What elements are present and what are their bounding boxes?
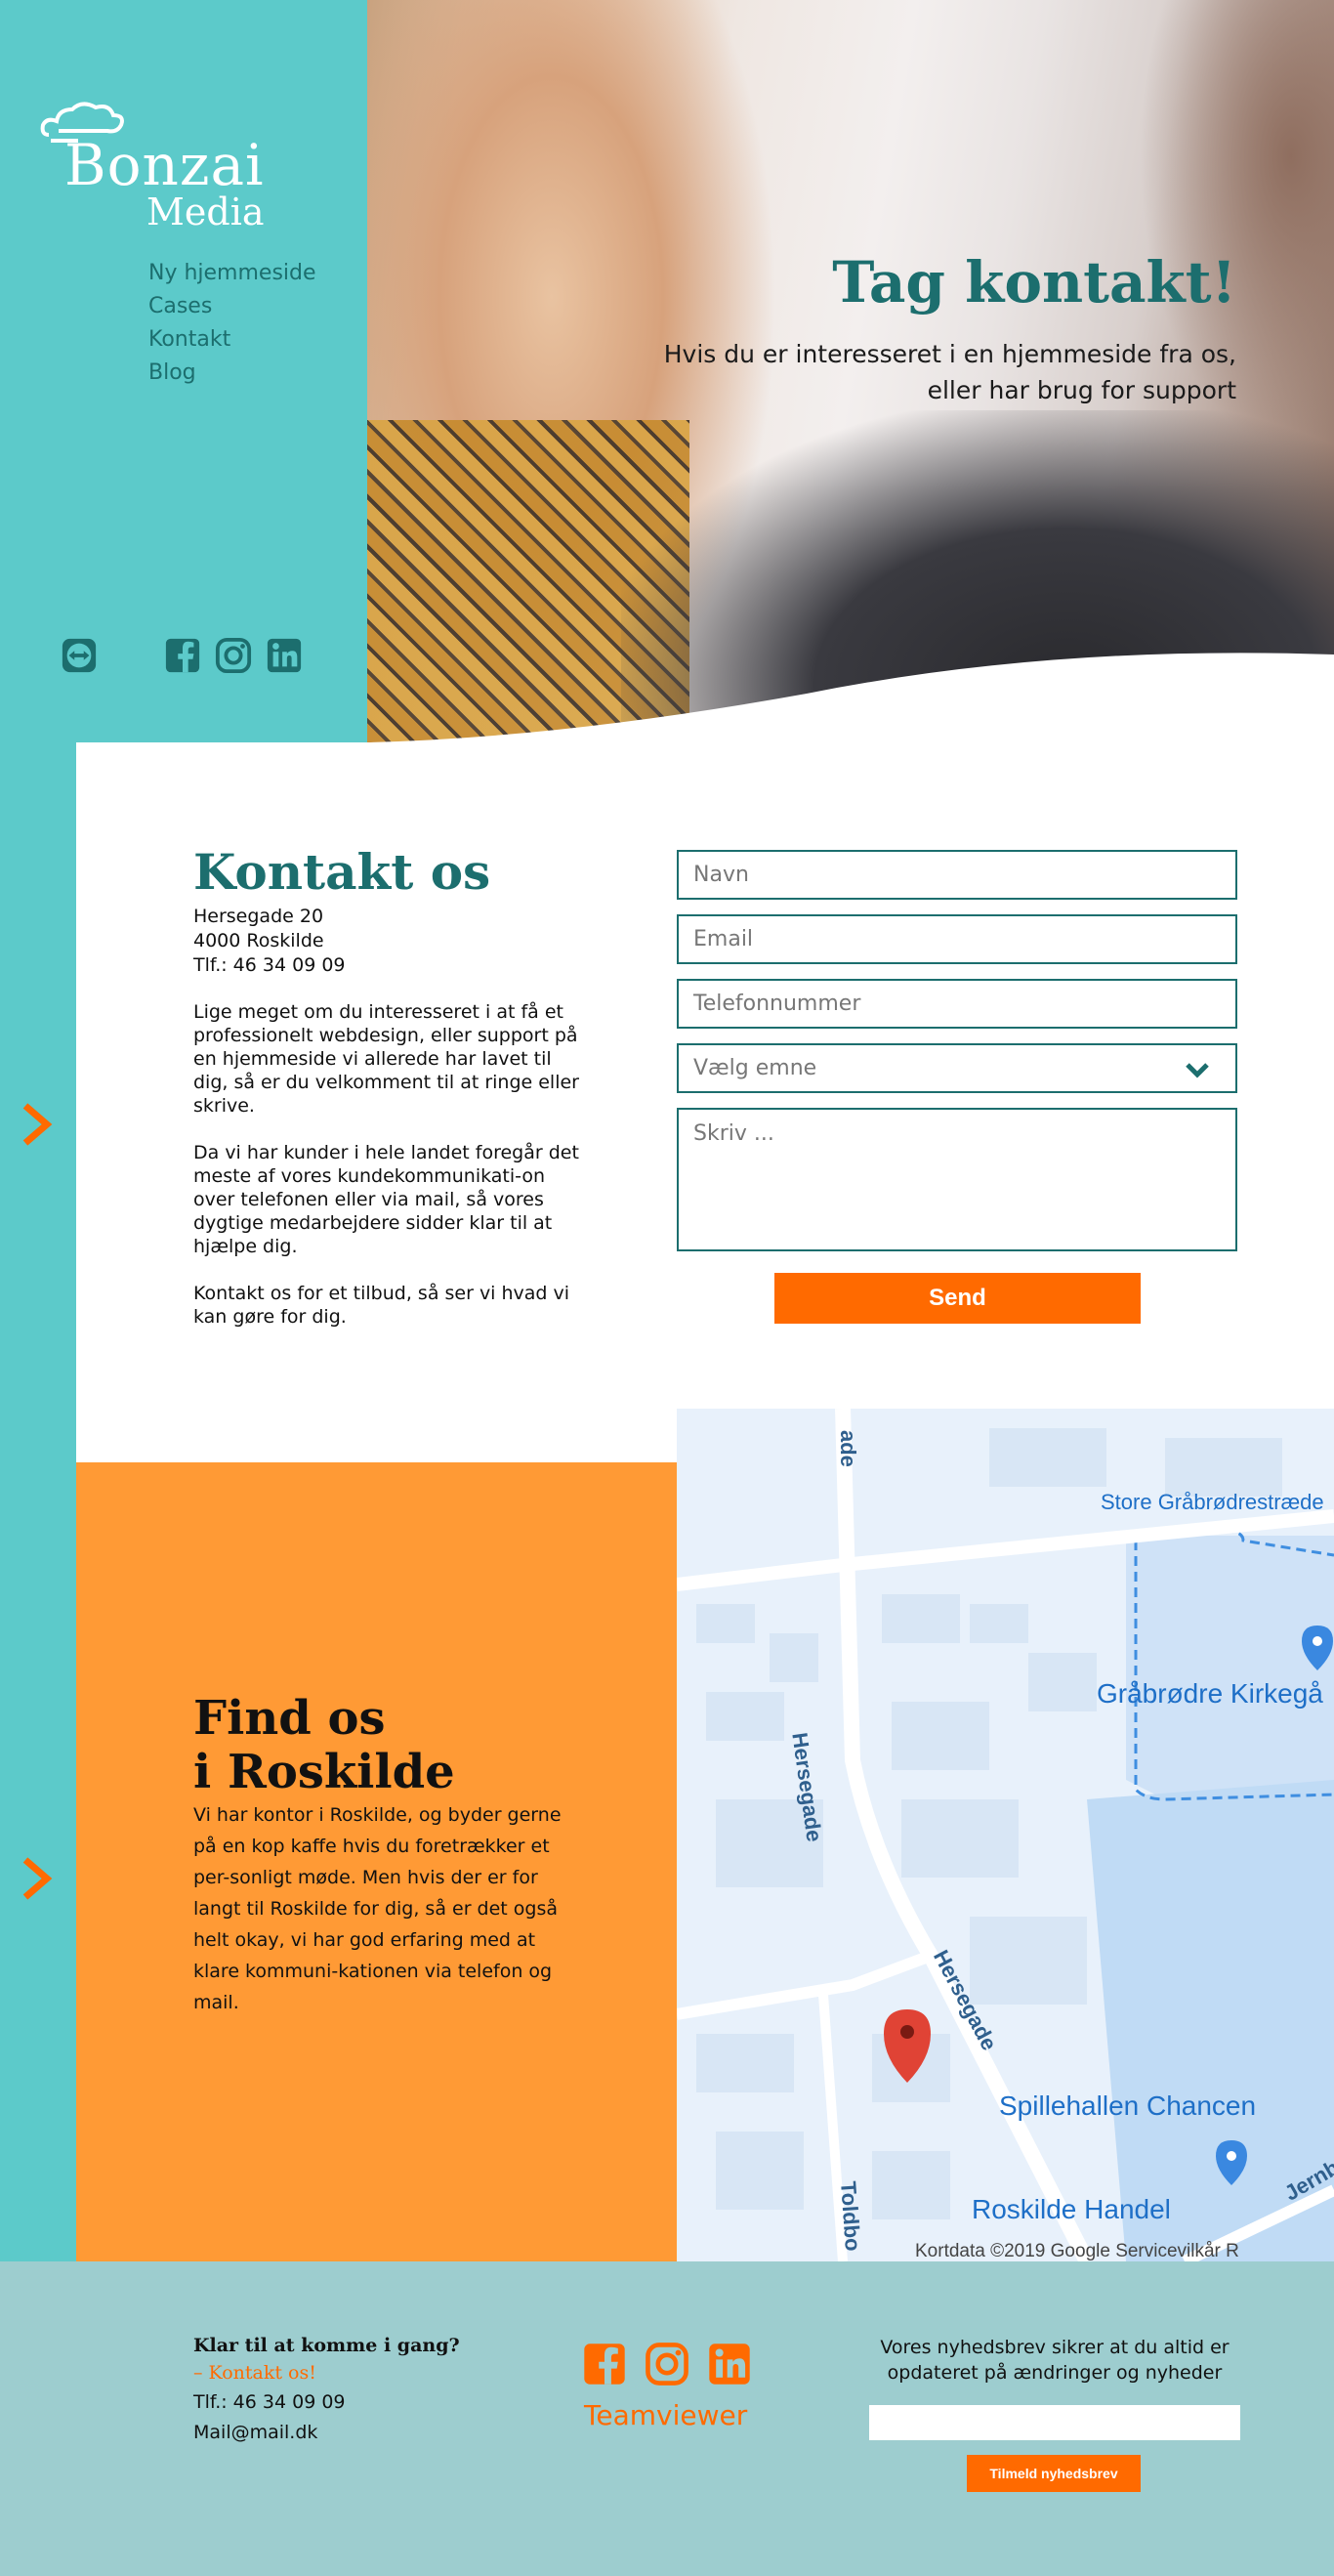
- newsletter-subscribe-button[interactable]: Tilmeld nyhedsbrev: [967, 2455, 1141, 2492]
- instagram-icon[interactable]: [215, 637, 252, 674]
- hero-subtitle-line: Hvis du er interesseret i en hjemmeside …: [663, 340, 1236, 368]
- hero-subtitle: Hvis du er interesseret i en hjemmeside …: [611, 336, 1236, 408]
- map-road-label: ade: [836, 1430, 860, 1467]
- map-label: Spillehallen Chancen: [999, 2090, 1257, 2121]
- footer-title: Klar til at komme i gang?: [193, 2335, 460, 2356]
- sidebar-social-icons: [61, 637, 303, 674]
- contact-paragraph: Lige meget om du interesseret i at få et…: [193, 1001, 579, 1117]
- map-label: Gråbrødre Kirkegå: [1097, 1678, 1323, 1709]
- topic-select[interactable]: Vælg emne: [677, 1043, 1237, 1093]
- brand-name: Bonzai: [64, 132, 265, 198]
- newsletter-text: Vores nyhedsbrev sikrer at du altid er o…: [869, 2335, 1240, 2386]
- contact-paragraph: Da vi har kunder i hele landet foregår d…: [193, 1142, 579, 1257]
- contact-phone: Tlf.: 46 34 09 09: [193, 954, 346, 976]
- map-attribution[interactable]: Kortdata ©2019 Google Servicevilkår R: [915, 2241, 1239, 2261]
- teamviewer-link[interactable]: Teamviewer: [584, 2399, 747, 2431]
- nav-item-blog[interactable]: Blog: [148, 359, 316, 387]
- teamviewer-icon[interactable]: [61, 637, 98, 674]
- find-title: Find os i Roskilde: [193, 1692, 455, 1799]
- contact-form: Navn Email Telefonnummer Vælg emne Skriv…: [677, 850, 1237, 1266]
- hero-title: Tag kontakt!: [832, 249, 1236, 316]
- chevron-right-icon[interactable]: [21, 1102, 55, 1147]
- newsletter-line: Vores nyhedsbrev sikrer at du altid er: [880, 2337, 1230, 2358]
- name-field[interactable]: Navn: [677, 850, 1237, 900]
- google-map[interactable]: Store Gråbrødrestræde Gråbrødre Kirkegå …: [677, 1409, 1334, 2261]
- topic-select-value: Vælg emne: [693, 1056, 817, 1080]
- contact-paragraph: Kontakt os for et tilbud, så ser vi hvad…: [193, 1283, 570, 1328]
- instagram-icon[interactable]: [645, 2342, 689, 2386]
- send-button[interactable]: Send: [774, 1273, 1141, 1324]
- find-title-line: i Roskilde: [193, 1745, 455, 1799]
- address-street: Hersegade 20: [193, 906, 324, 927]
- chevron-down-icon: [1186, 1063, 1209, 1078]
- contact-title: Kontakt os: [193, 843, 491, 901]
- footer-social-icons: [582, 2342, 752, 2386]
- nav-item-cases[interactable]: Cases: [148, 293, 316, 320]
- chevron-right-icon[interactable]: [21, 1856, 55, 1901]
- nav-item-kontakt[interactable]: Kontakt: [148, 326, 316, 354]
- hero-subtitle-line: eller har brug for support: [927, 376, 1236, 404]
- linkedin-icon[interactable]: [707, 2342, 752, 2386]
- brand-logo[interactable]: Bonzai Media: [39, 96, 293, 237]
- facebook-icon[interactable]: [582, 2342, 627, 2386]
- footer-contact-link[interactable]: – Kontakt os!: [193, 2362, 316, 2384]
- footer-mail[interactable]: Mail@mail.dk: [193, 2422, 317, 2443]
- email-field[interactable]: Email: [677, 914, 1237, 964]
- contact-address: Hersegade 20 4000 Roskilde Tlf.: 46 34 0…: [193, 905, 346, 978]
- message-field[interactable]: Skriv ...: [677, 1108, 1237, 1251]
- find-text: Vi har kontor i Roskilde, og byder gerne…: [193, 1804, 562, 2013]
- map-road-label: Toldbo: [836, 2180, 865, 2253]
- nav-item-ny-hjemmeside[interactable]: Ny hjemmeside: [148, 260, 316, 287]
- hero-wave-divider: [367, 653, 1334, 752]
- map-label: Roskilde Handel: [972, 2194, 1171, 2224]
- linkedin-icon[interactable]: [266, 637, 303, 674]
- phone-field[interactable]: Telefonnummer: [677, 979, 1237, 1029]
- footer-phone: Tlf.: 46 34 09 09: [193, 2391, 346, 2413]
- find-title-line: Find os: [193, 1691, 386, 1746]
- map-canvas: [677, 1409, 1334, 2261]
- main-nav: Ny hjemmeside Cases Kontakt Blog: [148, 260, 316, 387]
- left-accent-strip: [0, 742, 76, 2261]
- address-city: 4000 Roskilde: [193, 930, 324, 951]
- map-label: Store Gråbrødrestræde: [1101, 1490, 1324, 1514]
- facebook-icon[interactable]: [164, 637, 201, 674]
- newsletter-email-input[interactable]: [869, 2405, 1240, 2440]
- newsletter-line: opdateret på ændringer og nyheder: [887, 2362, 1223, 2384]
- brand-subname: Media: [146, 190, 265, 233]
